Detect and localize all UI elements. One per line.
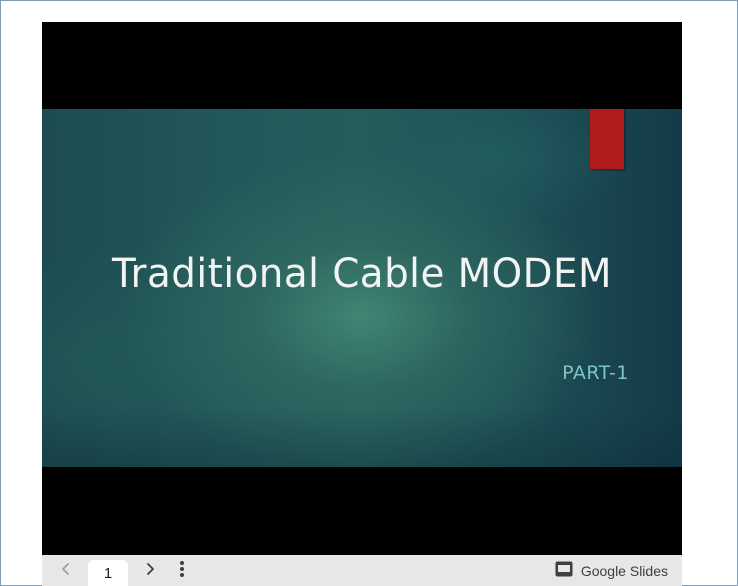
options-menu-button[interactable] [170, 559, 194, 583]
google-slides-link[interactable]: Google Slides [555, 561, 668, 580]
decorative-red-tab [590, 109, 624, 169]
slides-embed: Traditional Cable MODEM PART-1 [42, 22, 682, 586]
more-vert-icon [179, 560, 185, 583]
slides-logo-icon [555, 561, 573, 580]
page-number-field[interactable]: 1 [88, 560, 128, 586]
slide-subtitle: PART-1 [562, 362, 629, 384]
chevron-left-icon [59, 562, 73, 581]
slides-toolbar: 1 Google Slides [42, 555, 682, 586]
chevron-right-icon [143, 562, 157, 581]
previous-slide-button[interactable] [54, 559, 78, 583]
slide-title: Traditional Cable MODEM [112, 251, 612, 297]
slide-canvas: Traditional Cable MODEM PART-1 [42, 109, 682, 467]
next-slide-button[interactable] [138, 559, 162, 583]
brand-label: Google Slides [580, 562, 668, 579]
